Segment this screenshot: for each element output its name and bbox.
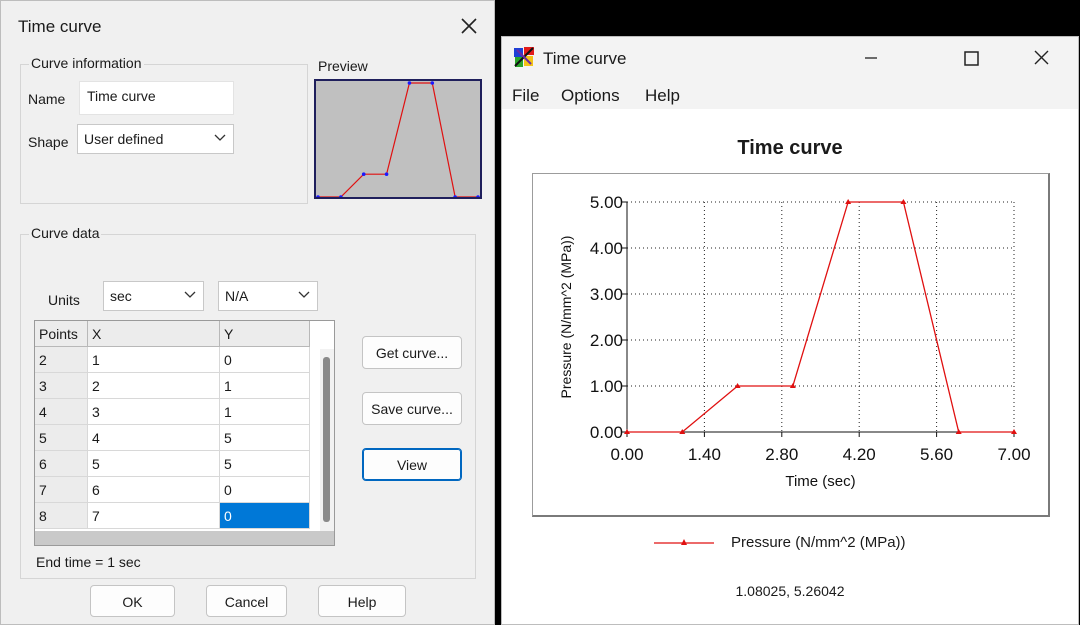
- cell-point[interactable]: 7: [35, 477, 88, 503]
- cell-y[interactable]: 5: [220, 451, 310, 477]
- help-button[interactable]: Help: [318, 585, 406, 617]
- cell-point[interactable]: 4: [35, 399, 88, 425]
- x-units-select[interactable]: sec: [103, 281, 204, 311]
- menu-bar: File Options Help: [502, 81, 1078, 109]
- cell-x[interactable]: 6: [88, 477, 220, 503]
- cell-x[interactable]: 1: [88, 347, 220, 373]
- time-curve-window: Time curve File Options Help Time curve …: [501, 36, 1079, 625]
- app-icon: [512, 45, 536, 69]
- x-tick-label: 7.00: [997, 445, 1030, 464]
- ok-button[interactable]: OK: [90, 585, 175, 617]
- cell-point[interactable]: 6: [35, 451, 88, 477]
- shape-label: Shape: [28, 134, 69, 150]
- scrollbar-thumb[interactable]: [323, 357, 330, 522]
- chevron-down-icon: [298, 291, 310, 298]
- curve-data-label: Curve data: [29, 225, 102, 241]
- cell-y[interactable]: 0: [220, 477, 310, 503]
- column-header-y[interactable]: Y: [220, 321, 310, 347]
- preview-point: [407, 81, 412, 85]
- cell-y[interactable]: 5: [220, 425, 310, 451]
- menu-options[interactable]: Options: [561, 86, 620, 106]
- y-tick-label: 0.00: [590, 423, 623, 442]
- end-time-label: End time = 1 sec: [36, 554, 141, 570]
- chevron-down-icon: [184, 291, 196, 298]
- y-tick-label: 4.00: [590, 239, 623, 258]
- curve-information-label: Curve information: [29, 55, 144, 71]
- time-curve-dialog: Time curve Curve information Name Time c…: [0, 0, 495, 625]
- legend-label: Pressure (N/mm^2 (MPa)): [731, 534, 906, 551]
- units-label: Units: [48, 292, 80, 308]
- cell-y[interactable]: 1: [220, 399, 310, 425]
- cell-point[interactable]: 3: [35, 373, 88, 399]
- cell-point[interactable]: 2: [35, 347, 88, 373]
- y-tick-label: 3.00: [590, 285, 623, 304]
- plot-frame: 0.00 1.40 2.80 4.20 5.60 7.00 0.00 1.00 2.00 3.00…: [532, 173, 1050, 517]
- y-tick-label: 2.00: [590, 331, 623, 350]
- preview-line: [318, 82, 478, 198]
- window-title: Time curve: [543, 49, 627, 68]
- chart-area: Time curve 0.00 1.40 2.80 4.20 5.60 7.00 0.00 1…: [502, 109, 1078, 624]
- shape-select[interactable]: User defined: [77, 124, 234, 154]
- get-curve-button[interactable]: Get curve...: [362, 336, 462, 369]
- preview-point: [361, 172, 366, 176]
- cursor-coordinates: 1.08025, 5.26042: [735, 583, 845, 599]
- series-line: [627, 201, 1014, 433]
- cell-x[interactable]: 2: [88, 373, 220, 399]
- y-tick-label: 1.00: [590, 377, 623, 396]
- horizontal-scrollbar[interactable]: [35, 531, 334, 545]
- cell-x[interactable]: 3: [88, 399, 220, 425]
- save-curve-button[interactable]: Save curve...: [362, 392, 462, 425]
- x-units-value: sec: [110, 288, 132, 304]
- minimize-icon[interactable]: [847, 42, 893, 74]
- x-tick-label: 1.40: [688, 445, 721, 464]
- preview-point: [316, 195, 320, 199]
- y-units-select[interactable]: N/A: [218, 281, 318, 311]
- menu-file[interactable]: File: [512, 86, 539, 106]
- preview-point: [453, 195, 457, 199]
- pressure-time-chart: 0.00 1.40 2.80 4.20 5.60 7.00 0.00 1.00 2.00 3.00…: [558, 193, 1031, 490]
- cell-point[interactable]: 8: [35, 503, 88, 529]
- maximize-icon[interactable]: [948, 42, 994, 74]
- close-icon[interactable]: [1018, 42, 1064, 74]
- column-header-points[interactable]: Points: [35, 321, 88, 347]
- cell-x[interactable]: 4: [88, 425, 220, 451]
- curve-preview: [314, 79, 482, 199]
- y-units-value: N/A: [225, 288, 249, 304]
- column-header-x[interactable]: X: [88, 321, 220, 347]
- curve-data-table[interactable]: Points X Y 210321431545655760870: [34, 320, 335, 546]
- x-tick-label: 0.00: [610, 445, 643, 464]
- preview-label: Preview: [318, 58, 368, 74]
- dialog-title: Time curve: [18, 17, 102, 36]
- cell-x[interactable]: 5: [88, 451, 220, 477]
- name-label: Name: [28, 91, 66, 107]
- preview-point: [476, 195, 480, 199]
- x-tick-label: 5.60: [920, 445, 953, 464]
- y-axis-label: Pressure (N/mm^2 (MPa)): [558, 236, 574, 399]
- shape-select-value: User defined: [84, 131, 164, 147]
- x-axis-label: Time (sec): [785, 473, 855, 490]
- preview-point: [384, 172, 389, 176]
- cell-y[interactable]: 0: [220, 347, 310, 373]
- close-icon[interactable]: [458, 15, 480, 37]
- legend-swatch: [654, 539, 714, 545]
- chevron-down-icon: [214, 134, 226, 141]
- cancel-button[interactable]: Cancel: [206, 585, 287, 617]
- name-field[interactable]: Time curve: [79, 81, 234, 115]
- cell-y[interactable]: 0: [220, 503, 310, 529]
- cell-x[interactable]: 7: [88, 503, 220, 529]
- menu-help[interactable]: Help: [645, 86, 680, 106]
- y-tick-label: 5.00: [590, 193, 623, 212]
- cell-point[interactable]: 5: [35, 425, 88, 451]
- preview-point: [430, 81, 435, 85]
- vertical-scrollbar[interactable]: [320, 349, 334, 531]
- chart-title: Time curve: [737, 137, 843, 159]
- x-tick-label: 2.80: [765, 445, 798, 464]
- cell-y[interactable]: 1: [220, 373, 310, 399]
- preview-plot: [316, 81, 480, 199]
- view-button[interactable]: View: [362, 448, 462, 481]
- x-tick-label: 4.20: [843, 445, 876, 464]
